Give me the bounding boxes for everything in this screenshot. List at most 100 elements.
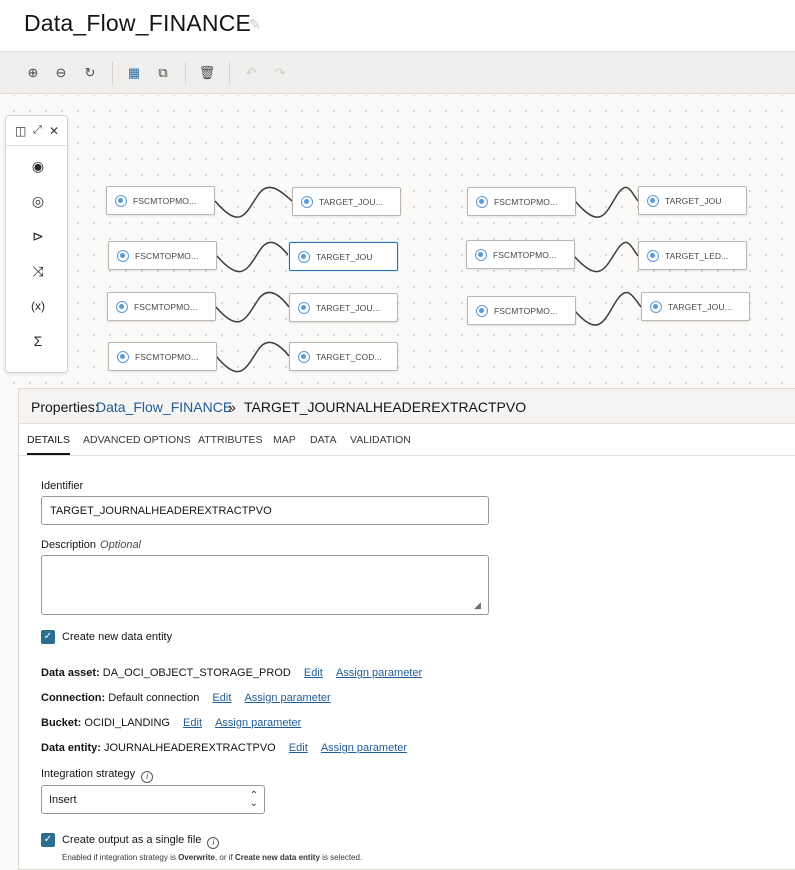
create-entity-label: Create new data entity [62,631,173,643]
undo-icon[interactable]: ↶ [242,64,260,82]
operator-palette: ◫ ⤢ ✕ ◉ ◎ ⊳ ⤨ (x) Σ [5,115,68,373]
target-node[interactable]: TARGET_COD... [289,342,398,371]
aggregate-operator-icon[interactable]: Σ [28,331,48,351]
target-node[interactable]: TARGET_LED... [638,241,747,270]
data-entity-row: Data entity: JOURNALHEADEREXTRACTPVO Edi… [41,742,407,754]
properties-prefix: Properties: [31,399,99,415]
data-asset-row: Data asset: DA_OCI_OBJECT_STORAGE_PROD E… [41,667,422,679]
target-node[interactable]: TARGET_JOU [638,186,747,215]
connection-value: Default connection [108,692,200,704]
tab-details[interactable]: DETAILS [27,434,70,455]
page-header: Data_Flow_FINANCE ✎ [0,0,795,52]
data-entity-label: Data entity: [41,742,101,754]
optional-hint: Optional [100,539,142,551]
toolbar-divider [229,62,230,84]
data-asset-value: DA_OCI_OBJECT_STORAGE_PROD [102,667,291,679]
chevron-up-down-icon: ⌃ ⌄ [249,790,258,809]
tab-attributes[interactable]: ATTRIBUTES [198,434,263,446]
bucket-assign-link[interactable]: Assign parameter [215,717,301,729]
create-entity-checkbox[interactable]: ✓ [41,630,55,644]
target-operator-icon[interactable]: ◎ [28,191,48,211]
zoom-in-icon[interactable]: ⊕ [24,64,42,82]
identifier-input[interactable]: TARGET_JOURNALHEADEREXTRACTPVO [41,496,489,525]
operator-icon [301,195,313,208]
breadcrumb-separator: » [228,399,236,415]
source-node[interactable]: FSCMTOPMO... [108,241,217,270]
strategy-select[interactable]: Insert ⌃ ⌄ [41,785,265,814]
panel-icon[interactable]: ◫ [15,124,26,138]
operator-icon [650,300,662,313]
properties-header: Properties: Data_Flow_FINANCE » TARGET_J… [19,389,795,424]
tab-data[interactable]: DATA [310,434,336,446]
join-operator-icon[interactable]: ⤨ [28,261,48,281]
filter-operator-icon[interactable]: ⊳ [28,226,48,246]
connection-edit-link[interactable]: Edit [212,692,231,704]
redo-icon[interactable]: ↷ [271,64,289,82]
info-icon[interactable]: i [141,771,154,783]
operator-icon [115,194,127,207]
expression-operator-icon[interactable]: (x) [28,296,48,316]
source-operator-icon[interactable]: ◉ [28,156,48,176]
operator-icon [117,249,129,262]
bucket-label: Bucket: [41,717,82,729]
single-file-label: Create output as a single file i [62,834,220,849]
source-node[interactable]: FSCMTOPMO... [466,240,575,269]
source-node[interactable]: FSCMTOPMO... [467,296,576,325]
source-node[interactable]: FSCMTOPMO... [467,187,576,216]
description-label: Description Optional [41,539,142,551]
operator-icon [298,250,310,263]
expand-icon[interactable]: ⤢ [33,124,42,137]
pencil-icon[interactable]: ✎ [249,16,261,33]
page-title: Data_Flow_FINANCE [24,10,252,36]
operator-icon [117,350,129,363]
canvas-toolbar: ⊕ ⊖ ↻ ▦ ⧉ 🗑 ↶ ↷ [0,52,795,94]
tab-advanced-options[interactable]: ADVANCED OPTIONS [83,434,191,446]
connection-label: Connection: [41,692,106,704]
palette-header: ◫ ⤢ ✕ [6,116,67,146]
tab-validation[interactable]: VALIDATION [350,434,411,446]
data-asset-edit-link[interactable]: Edit [304,667,323,679]
connection-assign-link[interactable]: Assign parameter [244,692,330,704]
operator-icon [298,301,310,314]
properties-tabs: DETAILS ADVANCED OPTIONS ATTRIBUTES MAP … [19,424,795,456]
target-node-selected[interactable]: TARGET_JOU [289,242,398,271]
selected-operator-name: TARGET_JOURNALHEADEREXTRACTPVO [244,399,527,415]
resize-handle-icon[interactable]: ◢ [474,600,486,612]
operator-icon [475,248,487,261]
close-icon[interactable]: ✕ [49,124,59,138]
target-node[interactable]: TARGET_JOU... [641,292,750,321]
data-entity-assign-link[interactable]: Assign parameter [321,742,407,754]
bucket-edit-link[interactable]: Edit [183,717,202,729]
single-file-checkbox[interactable]: ✓ [41,833,55,847]
source-node[interactable]: FSCMTOPMO... [107,292,216,321]
delete-icon[interactable]: 🗑 [198,64,216,82]
source-node[interactable]: FSCMTOPMO... [108,342,217,371]
operator-icon [647,194,659,207]
description-textarea[interactable]: ◢ [41,555,489,615]
operator-icon [116,300,128,313]
toolbar-divider [185,62,186,84]
target-node[interactable]: TARGET_JOU... [292,187,401,216]
strategy-label: Integration strategy i [41,768,154,783]
toolbar-divider [112,62,113,84]
grid-icon[interactable]: ▦ [125,64,143,82]
bucket-value: OCIDI_LANDING [84,717,170,729]
target-node[interactable]: TARGET_JOU... [289,293,398,322]
info-icon[interactable]: i [207,837,220,849]
source-node[interactable]: FSCMTOPMO... [106,186,215,215]
identifier-label: Identifier [41,480,84,492]
data-asset-assign-link[interactable]: Assign parameter [336,667,422,679]
operator-icon [298,350,310,363]
copy-icon[interactable]: ⧉ [154,64,172,82]
single-file-help-text: Enabled if integration strategy is Overw… [62,853,363,862]
flow-breadcrumb-link[interactable]: Data_Flow_FINANCE [96,399,232,415]
data-entity-edit-link[interactable]: Edit [289,742,308,754]
details-form: Identifier TARGET_JOURNALHEADEREXTRACTPV… [19,456,795,870]
data-asset-label: Data asset: [41,667,100,679]
reset-icon[interactable]: ↻ [81,64,99,82]
strategy-value: Insert [49,794,77,806]
tab-map[interactable]: MAP [273,434,296,446]
operator-icon [476,195,488,208]
zoom-out-icon[interactable]: ⊖ [52,64,70,82]
data-entity-value: JOURNALHEADEREXTRACTPVO [103,742,276,754]
